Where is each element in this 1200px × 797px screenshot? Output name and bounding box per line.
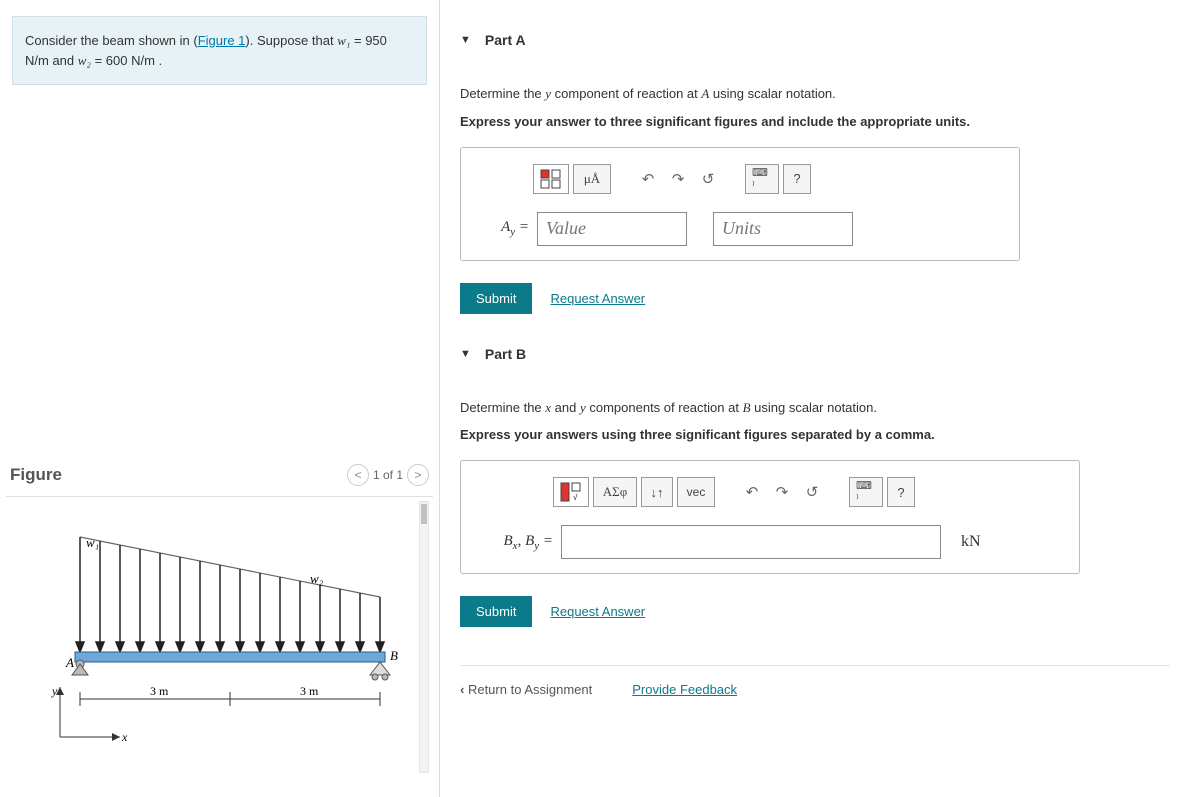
templates-button[interactable]	[533, 164, 569, 194]
undo-button[interactable]: ↶	[635, 164, 661, 194]
part-b-instruction: Determine the x and y components of reac…	[460, 398, 1170, 418]
redo-button[interactable]: ↷	[769, 477, 795, 507]
svg-text:y: y	[51, 684, 58, 698]
greek-button[interactable]: ΑΣφ	[593, 477, 637, 507]
beam-diagram: 3 m 3 m x y w₁ w₂ A B	[30, 527, 410, 747]
part-a-var-label: Ay =	[481, 219, 529, 238]
svg-text:√: √	[573, 493, 578, 502]
help-button[interactable]: ?	[783, 164, 811, 194]
figure-canvas: 3 m 3 m x y w₁ w₂ A B	[6, 497, 433, 777]
problem-statement: Consider the beam shown in (Figure 1). S…	[12, 16, 427, 85]
help-button[interactable]: ?	[887, 477, 915, 507]
part-b-request-answer-link[interactable]: Request Answer	[550, 604, 645, 619]
part-a-answer-box: μÅ ↶ ↷ ↺ ⌨ ⁾ ? Ay =	[460, 147, 1020, 261]
part-a-header[interactable]: ▼ Part A	[460, 32, 1170, 48]
part-a-instruction: Determine the y component of reaction at…	[460, 84, 1170, 104]
figure-prev-button[interactable]: <	[347, 464, 369, 486]
figure-title: Figure	[10, 465, 62, 485]
scrollbar[interactable]	[419, 501, 429, 773]
reset-button[interactable]: ↺	[799, 477, 825, 507]
caret-down-icon: ▼	[460, 348, 471, 360]
return-link[interactable]: Return to Assignment	[460, 682, 592, 697]
feedback-link[interactable]: Provide Feedback	[632, 682, 737, 697]
svg-text:x: x	[121, 730, 128, 744]
part-a-units-input[interactable]	[713, 212, 853, 246]
part-a-request-answer-link[interactable]: Request Answer	[550, 291, 645, 306]
part-b-submit-button[interactable]: Submit	[460, 596, 532, 627]
part-b-bold: Express your answers using three signifi…	[460, 427, 1170, 442]
part-b-var-label: Bx, By =	[481, 533, 553, 552]
part-b-title: Part B	[485, 346, 526, 362]
part-b-value-input[interactable]	[561, 525, 941, 559]
svg-text:B: B	[390, 648, 398, 663]
part-a-title: Part A	[485, 32, 526, 48]
svg-text:w₁: w₁	[86, 535, 99, 550]
figure-pager: 1 of 1	[373, 468, 403, 482]
special-char-button[interactable]: μÅ	[573, 164, 611, 194]
updown-button[interactable]: ↓↑	[641, 477, 673, 507]
part-b-header[interactable]: ▼ Part B	[460, 346, 1170, 362]
svg-text:3 m: 3 m	[300, 684, 319, 698]
templates-button[interactable]: √	[553, 477, 589, 507]
caret-down-icon: ▼	[460, 34, 471, 46]
part-b-unit: kN	[961, 533, 981, 551]
problem-text: Consider the beam shown in (	[25, 33, 198, 48]
keyboard-button[interactable]: ⌨ ⁾	[849, 477, 883, 507]
figure-next-button[interactable]: >	[407, 464, 429, 486]
figure-link[interactable]: Figure 1	[198, 33, 246, 48]
reset-button[interactable]: ↺	[695, 164, 721, 194]
redo-button[interactable]: ↷	[665, 164, 691, 194]
part-b-answer-box: √ ΑΣφ ↓↑ vec ↶ ↷ ↺ ⌨ ⁾ ? Bx, By = kN	[460, 460, 1080, 574]
vec-button[interactable]: vec	[677, 477, 715, 507]
svg-text:A: A	[65, 655, 74, 670]
part-a-value-input[interactable]	[537, 212, 687, 246]
part-a-bold: Express your answer to three significant…	[460, 114, 1170, 129]
svg-text:w₂: w₂	[310, 571, 324, 586]
keyboard-button[interactable]: ⌨ ⁾	[745, 164, 779, 194]
part-a-submit-button[interactable]: Submit	[460, 283, 532, 314]
undo-button[interactable]: ↶	[739, 477, 765, 507]
svg-text:3 m: 3 m	[150, 684, 169, 698]
